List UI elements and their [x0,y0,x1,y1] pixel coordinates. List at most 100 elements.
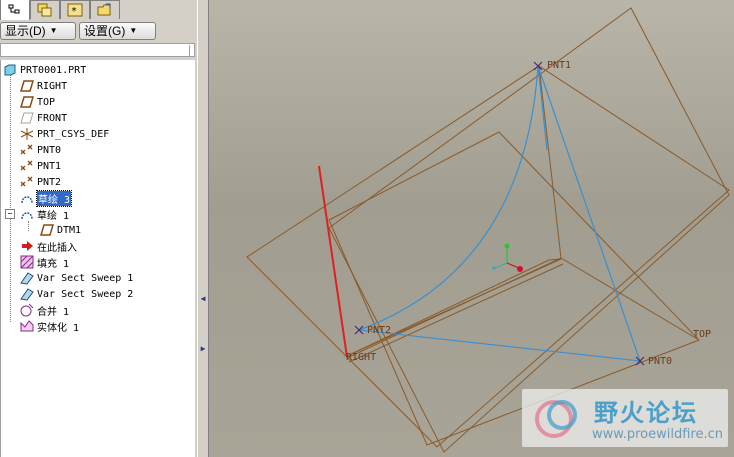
datum-point-icon [20,175,34,189]
tree-item-top[interactable]: TOP [20,94,55,110]
expand-right-icon[interactable]: ▶ [200,342,206,356]
tree-item-pnt1[interactable]: PNT1 [20,158,61,174]
tree-item-label: PNT2 [37,176,62,188]
tree-toolbar: 显示(D) ▼ 设置(G) ▼ [0,21,197,43]
tree-column-header[interactable] [0,43,195,57]
csys-axis-tip [517,266,523,272]
model-tree-panel: * 显示(D) ▼ 设置(G) ▼ PRT0001.PRT RIGHT TOP [0,0,197,457]
sketch-curves [358,65,641,362]
csys-axis-tip [492,266,496,270]
tree-item-front[interactable]: FRONT [20,110,67,126]
tree-item-label: 草绘 3 [35,189,73,207]
watermark: 野火论坛 www.proewildfire.cn [522,389,728,447]
pnt1-label: PNT1 [547,60,571,71]
sketch-arc[interactable] [358,65,539,331]
tree-item-pnt0[interactable]: PNT0 [20,142,61,158]
tree-item-merge1[interactable]: 合并 1 [20,302,69,318]
tree-root-label: PRT0001.PRT [20,64,87,76]
panel-splitter[interactable]: ◀ ▶ [197,0,209,457]
tree-item-sketch1[interactable]: 草绘 1 [20,206,69,222]
datum-point-icon [20,159,34,173]
tree-item-label: RIGHT [37,80,68,92]
tree-item-label: Var Sect Sweep 2 [37,288,134,300]
tab-model-tree[interactable] [0,0,30,20]
top-plane-label: TOP [693,329,711,340]
sketch-line[interactable] [358,329,641,362]
tree-item-label: Var Sect Sweep 1 [37,272,134,284]
tab-layers[interactable] [30,0,60,19]
tree-root[interactable]: PRT0001.PRT [3,62,86,78]
tree-item-label: 合并 1 [37,306,70,318]
tree-item-fill1[interactable]: 填充 1 [20,254,69,270]
show-menu-label: 显示(D) [5,24,46,38]
chevron-down-icon: ▼ [49,26,58,35]
datum-plane-hidden-icon [20,111,34,125]
datum-point-icon [20,143,34,157]
svg-text:*: * [71,6,77,17]
settings-menu-label: 设置(G) [84,24,126,38]
tree-item-sketch3[interactable]: 草绘 3 [20,189,73,207]
watermark-url: www.proewildfire.cn [592,427,723,442]
sketch-line[interactable] [537,65,641,362]
datum-plane-icon [20,95,34,109]
tree-item-pnt2[interactable]: PNT2 [20,174,61,190]
pnt0-label: PNT0 [648,356,672,367]
tree-item-label: 实体化 1 [37,322,80,334]
tree-item-label: FRONT [37,112,68,124]
tree-guide-line [28,221,29,231]
graphics-viewport[interactable]: PNT1 PNT2 PNT0 RIGHT TOP 野火论坛 www.proewi… [209,0,734,457]
tree-item-vss1[interactable]: Var Sect Sweep 1 [20,270,133,286]
datum-plane-edge [538,65,562,259]
navigator-tabs: * [0,0,197,20]
datum-point-markers [354,61,645,366]
tree-item-label: DTM1 [57,224,82,236]
sketch-icon [20,207,34,221]
csys-axis-z [506,262,520,269]
tree-item-label: TOP [37,96,56,108]
show-menu-button[interactable]: 显示(D) ▼ [0,22,76,40]
tree-item-solidify1[interactable]: 实体化 1 [20,318,79,334]
csys-icon [20,127,34,141]
column-resize-handle[interactable] [189,45,190,56]
datum-plane-outline [328,7,730,453]
datum-plane-icon [40,223,54,237]
tab-folder-browser[interactable] [90,0,120,19]
tree-item-csys[interactable]: PRT_CSYS_DEF [20,126,109,142]
viewport-labels: PNT1 PNT2 PNT0 RIGHT TOP [346,60,711,367]
tree-item-vss2[interactable]: Var Sect Sweep 2 [20,286,133,302]
csys-triad [492,243,523,272]
tree-item-right[interactable]: RIGHT [20,78,67,94]
right-plane-label: RIGHT [346,352,376,363]
tree-item-label: 填充 1 [37,258,70,270]
vss-icon [20,271,34,285]
insert-here-icon [20,239,34,253]
tree-item-label: 在此插入 [37,242,77,254]
csys-axis-tip [504,243,510,249]
collapse-toggle[interactable]: − [5,209,15,219]
datum-plane-edge [348,263,564,363]
tree-item-insert-here[interactable]: 在此插入 [20,238,77,254]
layers-icon [37,3,52,17]
tab-favorites[interactable]: * [60,0,90,19]
part-icon [3,63,17,77]
fill-icon [20,255,34,269]
model-tree-icon [8,4,20,14]
collapse-left-icon[interactable]: ◀ [200,292,206,306]
datum-plane-icon [20,79,34,93]
merge-icon [20,303,34,317]
pnt2-label: PNT2 [367,325,391,336]
folder-browser-icon [97,3,111,16]
sketch-icon [20,191,34,205]
settings-menu-button[interactable]: 设置(G) ▼ [79,22,156,40]
chevron-down-icon: ▼ [129,26,138,35]
tree-item-label: PNT0 [37,144,62,156]
datum-plane-edge [346,257,562,359]
tree-item-label: 草绘 1 [37,210,70,222]
vss-icon [20,287,34,301]
watermark-title: 野火论坛 [594,399,698,427]
tree-item-dtm1[interactable]: DTM1 [40,222,81,238]
tree-item-label: PRT_CSYS_DEF [37,128,110,140]
model-tree: PRT0001.PRT RIGHT TOP FRONT PRT_CSYS_DEF… [0,60,195,457]
tree-item-label: PNT1 [37,160,62,172]
watermark-logo-icon [535,400,577,438]
